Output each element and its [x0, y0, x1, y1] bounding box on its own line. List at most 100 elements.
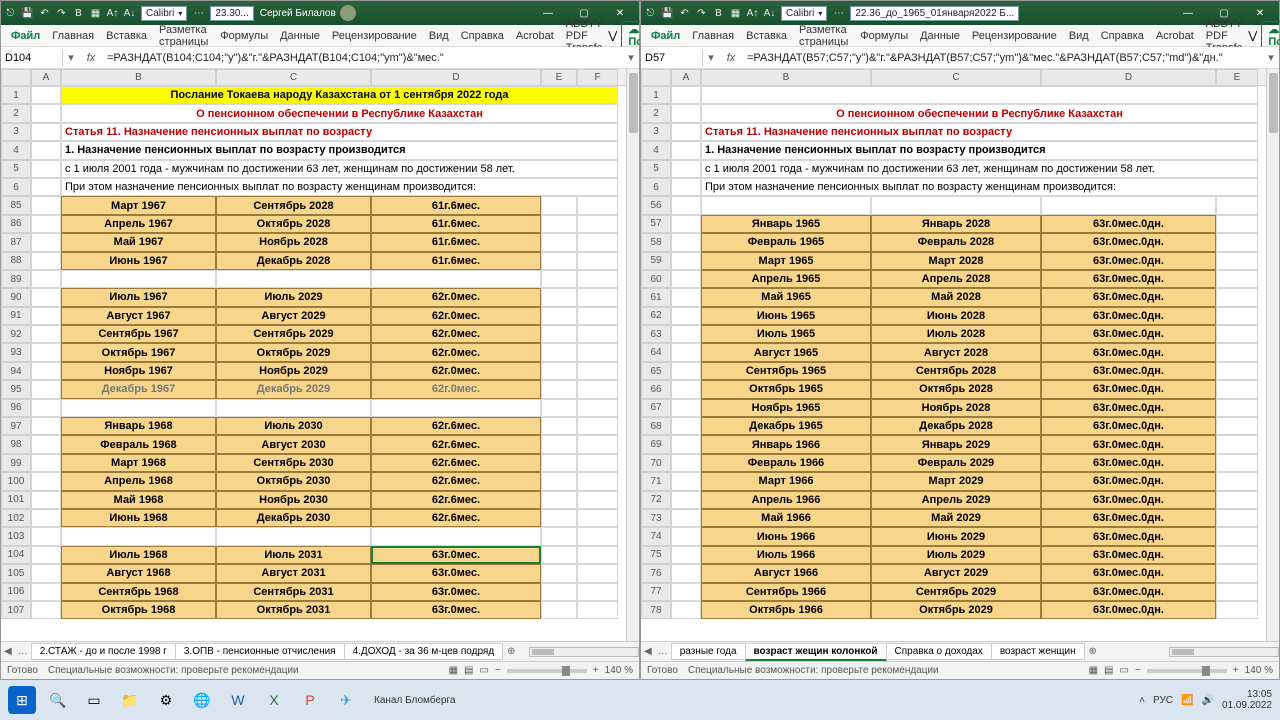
tray-chevron-icon[interactable]: ˄ — [1139, 695, 1145, 706]
view-normal-icon[interactable]: ▦ — [1089, 665, 1098, 676]
ribbon-tab-данные[interactable]: Данные — [914, 27, 966, 45]
cell[interactable] — [671, 601, 701, 619]
cell[interactable]: Ноябрь 1967 — [61, 362, 216, 380]
sheet-tab[interactable]: 2.СТАЖ - до и после 1998 г — [31, 643, 176, 660]
cell[interactable]: Апрель 1967 — [61, 215, 216, 233]
cell[interactable]: Март 1965 — [701, 252, 871, 270]
cell[interactable] — [577, 380, 618, 398]
ribbon-tab-файл[interactable]: Файл — [645, 27, 686, 45]
col-header-B[interactable]: B — [701, 69, 871, 86]
cell[interactable] — [671, 233, 701, 251]
view-layout-icon[interactable]: ▤ — [1104, 665, 1113, 676]
cell[interactable] — [1216, 546, 1258, 564]
cell[interactable]: Декабрь 2028 — [871, 417, 1041, 435]
cell[interactable] — [541, 196, 577, 214]
row-header[interactable]: 67 — [641, 399, 671, 417]
ribbon-tab-вид[interactable]: Вид — [423, 27, 455, 45]
cell[interactable]: 63г.0мес.0дн. — [1041, 509, 1216, 527]
cell[interactable]: При этом назначение пенсионных выплат по… — [701, 178, 1258, 196]
cell[interactable] — [541, 380, 577, 398]
add-sheet-icon[interactable]: ⊕ — [502, 646, 520, 657]
undo-icon[interactable]: ↶ — [679, 8, 690, 19]
cell[interactable]: 62г.6мес. — [371, 472, 541, 490]
cell[interactable] — [1216, 380, 1258, 398]
cell[interactable]: Февраль 2028 — [871, 233, 1041, 251]
cell[interactable]: Август 1968 — [61, 564, 216, 582]
cell[interactable] — [541, 215, 577, 233]
row-header[interactable]: 75 — [641, 546, 671, 564]
cell[interactable] — [31, 564, 61, 582]
cell[interactable] — [671, 288, 701, 306]
cell[interactable] — [31, 307, 61, 325]
row-header[interactable]: 86 — [1, 215, 31, 233]
cell[interactable]: Сентябрь 1968 — [61, 583, 216, 601]
cell[interactable] — [577, 307, 618, 325]
row-header[interactable]: 99 — [1, 454, 31, 472]
col-header-D[interactable]: D — [1041, 69, 1216, 86]
cell[interactable] — [216, 270, 371, 288]
bold-icon[interactable]: B — [73, 8, 84, 19]
cell[interactable] — [541, 252, 577, 270]
cell[interactable] — [1216, 564, 1258, 582]
cell[interactable]: Октябрь 2031 — [216, 601, 371, 619]
zoom-minus-icon[interactable]: − — [1135, 665, 1141, 676]
cell[interactable] — [541, 399, 577, 417]
cell[interactable]: При этом назначение пенсионных выплат по… — [61, 178, 618, 196]
row-header[interactable]: 100 — [1, 472, 31, 490]
row-header[interactable]: 5 — [641, 160, 671, 178]
cell[interactable] — [671, 399, 701, 417]
cell[interactable] — [671, 472, 701, 490]
cell[interactable]: 63г.0мес.0дн. — [1041, 564, 1216, 582]
cell[interactable] — [371, 527, 541, 545]
cell[interactable] — [671, 196, 701, 214]
cell[interactable]: Сентябрь 2031 — [216, 583, 371, 601]
cell[interactable]: Июль 2029 — [216, 288, 371, 306]
cell[interactable]: Апрель 2028 — [871, 270, 1041, 288]
cell[interactable] — [671, 325, 701, 343]
cell[interactable]: 63г.0мес.0дн. — [1041, 343, 1216, 361]
cell[interactable]: 63г.0мес.0дн. — [1041, 435, 1216, 453]
cell[interactable]: Сентябрь 1965 — [701, 362, 871, 380]
cell[interactable]: с 1 июля 2001 года - мужчинам по достиже… — [701, 160, 1258, 178]
fx-expand-icon[interactable]: ▾ — [1263, 51, 1279, 64]
col-header-F[interactable]: F — [577, 69, 618, 86]
cell[interactable] — [31, 104, 61, 122]
settings-icon[interactable]: ⚙ — [152, 686, 180, 714]
cell[interactable]: Апрель 2029 — [871, 491, 1041, 509]
cell[interactable]: Март 1968 — [61, 454, 216, 472]
cell[interactable] — [31, 380, 61, 398]
cell[interactable]: Июль 2029 — [871, 546, 1041, 564]
cell[interactable] — [541, 472, 577, 490]
cell[interactable] — [541, 362, 577, 380]
ribbon-tab-формулы[interactable]: Формулы — [214, 27, 274, 45]
hscrollbar[interactable] — [1169, 647, 1279, 657]
cell[interactable]: Октябрь 2030 — [216, 472, 371, 490]
cell[interactable]: Сентябрь 1966 — [701, 583, 871, 601]
cell[interactable] — [1216, 196, 1258, 214]
cell[interactable]: Май 1967 — [61, 233, 216, 251]
cell[interactable]: 63г.0мес. — [371, 564, 541, 582]
tray-clock[interactable]: 13:05 01.09.2022 — [1222, 689, 1272, 711]
cell[interactable]: 63г.0мес.0дн. — [1041, 454, 1216, 472]
view-break-icon[interactable]: ▭ — [1120, 665, 1129, 676]
cell[interactable]: 62г.6мес. — [371, 435, 541, 453]
cell[interactable] — [1216, 362, 1258, 380]
zoom-value[interactable]: 140 % — [1245, 665, 1273, 676]
sheet-tab[interactable]: 3.ОПВ - пенсионные отчисления — [175, 643, 345, 660]
cell[interactable]: 61г.6мес. — [371, 233, 541, 251]
zoom-value[interactable]: 140 % — [605, 665, 633, 676]
cell[interactable] — [541, 527, 577, 545]
row-header[interactable]: 60 — [641, 270, 671, 288]
cell[interactable] — [577, 601, 618, 619]
sheet-tab[interactable]: возраст женщин — [991, 643, 1085, 660]
cell[interactable]: Октябрь 2029 — [216, 343, 371, 361]
cell[interactable] — [671, 491, 701, 509]
cell[interactable]: Октябрь 1967 — [61, 343, 216, 361]
cell[interactable]: 62г.6мес. — [371, 417, 541, 435]
cell[interactable]: Март 1966 — [701, 472, 871, 490]
border-icon[interactable]: ▦ — [730, 8, 741, 19]
cell[interactable]: 62г.0мес. — [371, 343, 541, 361]
row-header[interactable]: 65 — [641, 362, 671, 380]
tab-nav-more-icon[interactable]: … — [655, 646, 671, 657]
cell[interactable] — [1216, 417, 1258, 435]
